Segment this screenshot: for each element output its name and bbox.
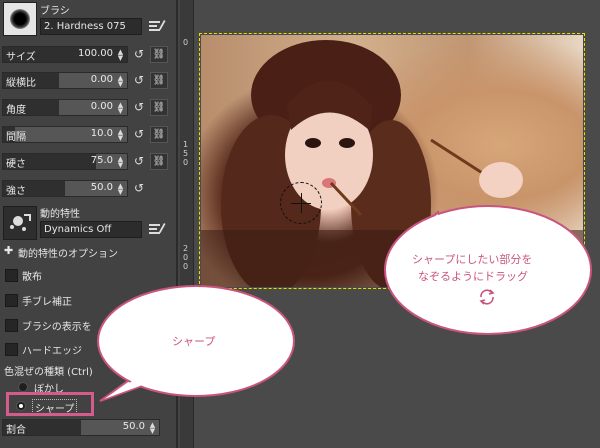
brush-outline-label: ブラシの表示を xyxy=(22,322,92,333)
option-slider[interactable]: 間隔 10.0 ▲ ▼ xyxy=(2,126,128,143)
hard-edge-label: ハードエッジ xyxy=(22,346,82,357)
dynamics-icon[interactable] xyxy=(3,206,37,240)
ruler-mark: 1 xyxy=(183,140,189,149)
edit-brush-icon[interactable] xyxy=(148,18,166,34)
spin-arrows-icon[interactable]: ▲ ▼ xyxy=(116,156,125,169)
option-value: 50.0 xyxy=(90,182,113,193)
spin-arrows-icon[interactable]: ▲ ▼ xyxy=(116,183,125,196)
option-label: サイズ xyxy=(6,52,36,63)
option-label: 縦横比 xyxy=(6,78,36,89)
drag-rotate-icon xyxy=(479,289,495,305)
option-slider[interactable]: 強さ 50.0 ▲ ▼ xyxy=(2,180,128,197)
brush-cursor-icon xyxy=(280,182,322,224)
canvas-note-line1: シャープにしたい部分を xyxy=(412,253,533,266)
dynamics-options-expander[interactable]: 動的特性のオプション xyxy=(18,245,118,260)
ruler-mark: 2 xyxy=(183,244,189,253)
dynamics-title: 動的特性 xyxy=(40,209,80,220)
link-device-icon[interactable]: ⛓ xyxy=(150,72,168,89)
option-label: 間隔 xyxy=(6,132,26,143)
reset-icon[interactable]: ↺ xyxy=(132,154,146,168)
reset-icon[interactable]: ↺ xyxy=(132,47,146,61)
ruler-mark: 0 xyxy=(183,262,189,271)
option-value: 0.00 xyxy=(90,74,113,85)
reset-icon[interactable]: ↺ xyxy=(132,181,146,195)
rate-label: 割合 xyxy=(6,425,26,436)
brush-dot-icon xyxy=(10,9,30,29)
dynamics-name-field[interactable]: Dynamics Off xyxy=(40,221,142,238)
blur-radio[interactable] xyxy=(18,382,28,392)
option-label: 硬さ xyxy=(6,159,26,170)
stabilizer-label: 手ブレ補正 xyxy=(22,297,72,308)
rate-value: 50.0 xyxy=(122,421,145,432)
brush-preview[interactable] xyxy=(3,2,37,36)
ruler-mark: 5 xyxy=(183,149,189,158)
brush-outline-checkbox[interactable] xyxy=(5,319,18,332)
link-device-icon[interactable]: ⛓ xyxy=(150,153,168,170)
spin-arrows-icon[interactable]: ▲ ▼ xyxy=(116,49,125,62)
panel-note: シャープ xyxy=(172,335,216,348)
spin-arrows-icon[interactable]: ▲ ▼ xyxy=(116,129,125,142)
link-device-icon[interactable]: ⛓ xyxy=(150,126,168,143)
sharpen-highlight-box xyxy=(6,392,94,416)
option-label: 強さ xyxy=(6,186,26,197)
brush-name-field[interactable]: 2. Hardness 075 xyxy=(40,18,142,35)
link-device-icon[interactable]: ⛓ xyxy=(150,46,168,63)
option-slider[interactable]: サイズ 100.00 ▲ ▼ xyxy=(2,46,128,63)
reset-icon[interactable]: ↺ xyxy=(132,100,146,114)
option-value: 100.00 xyxy=(78,48,113,59)
expand-plus-icon[interactable]: ✚ xyxy=(4,244,13,257)
spin-arrows-icon[interactable]: ▲ ▼ xyxy=(116,102,125,115)
hard-edge-checkbox[interactable] xyxy=(5,343,18,356)
link-device-icon[interactable]: ⛓ xyxy=(150,99,168,116)
option-value: 75.0 xyxy=(90,155,113,166)
option-label: 角度 xyxy=(6,105,26,116)
option-slider[interactable]: 縦横比 0.00 ▲ ▼ xyxy=(2,72,128,89)
reset-icon[interactable]: ↺ xyxy=(132,127,146,141)
ruler-mark: 0 xyxy=(183,158,189,167)
rate-spin-icon[interactable]: ▲ ▼ xyxy=(148,422,157,435)
stabilizer-checkbox[interactable] xyxy=(5,294,18,307)
option-slider[interactable]: 硬さ 75.0 ▲ ▼ xyxy=(2,153,128,170)
spin-arrows-icon[interactable]: ▲ ▼ xyxy=(116,75,125,88)
reset-icon[interactable]: ↺ xyxy=(132,73,146,87)
brush-title: ブラシ xyxy=(40,6,70,17)
ruler-mark: 0 xyxy=(183,38,189,47)
option-value: 10.0 xyxy=(90,128,113,139)
blur-type-label: 色混ぜの種類 (Ctrl) xyxy=(4,367,93,378)
rate-slider[interactable]: 割合 50.0 ▲ ▼ xyxy=(2,419,160,436)
edit-dynamics-icon[interactable] xyxy=(148,221,166,237)
scatter-checkbox[interactable] xyxy=(5,269,18,282)
scatter-label: 散布 xyxy=(22,272,42,283)
option-slider[interactable]: 角度 0.00 ▲ ▼ xyxy=(2,99,128,116)
option-value: 0.00 xyxy=(90,101,113,112)
canvas-note-line2: なぞるようにドラッグ xyxy=(418,270,528,283)
ruler-mark: 0 xyxy=(183,253,189,262)
